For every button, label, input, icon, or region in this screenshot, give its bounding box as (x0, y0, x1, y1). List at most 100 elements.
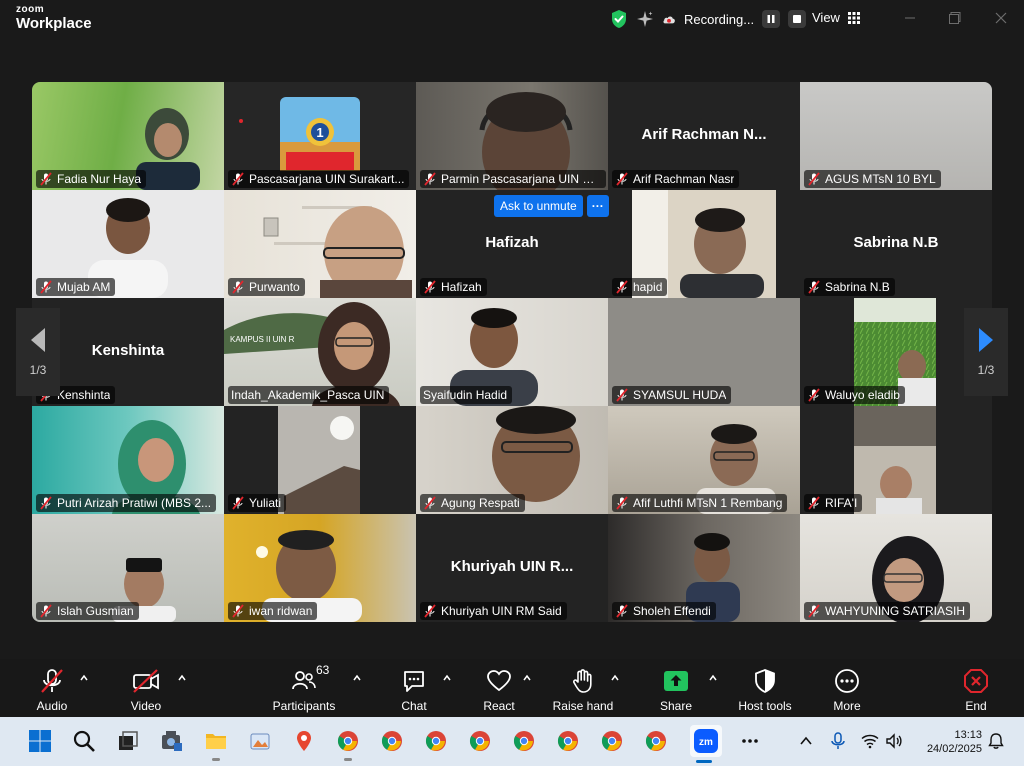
taskbar-app-file-explorer[interactable] (202, 727, 230, 761)
view-menu-button[interactable]: View (812, 10, 860, 25)
video-tile[interactable]: Arif Rachman N... Arif Rachman Nasr (608, 82, 800, 190)
taskbar-app-maps[interactable] (290, 727, 318, 755)
task-view-button[interactable] (114, 727, 142, 755)
ask-to-unmute-button[interactable]: Ask to unmute (494, 195, 583, 217)
video-gallery: Fadia Nur Haya 1 Pascasarjana UIN Suraka… (32, 82, 992, 622)
more-button[interactable]: More (828, 665, 866, 713)
video-tile[interactable]: 1 Pascasarjana UIN Surakart... (224, 82, 416, 190)
participant-name-label: Agung Respati (420, 494, 525, 512)
stop-recording-button[interactable] (788, 10, 807, 28)
notifications-button[interactable] (982, 727, 1010, 755)
taskbar-search-button[interactable] (70, 727, 98, 755)
minimize-icon[interactable] (902, 10, 918, 26)
muted-mic-icon (40, 280, 52, 294)
gallery-icon (250, 733, 270, 750)
previous-page-button[interactable]: 1/3 (16, 308, 60, 396)
participant-name-label: Sabrina N.B (804, 278, 895, 296)
video-tile[interactable]: Yuliati (224, 406, 416, 514)
taskbar-app-chrome-4[interactable] (466, 727, 494, 755)
participants-options-caret-icon[interactable] (352, 673, 362, 683)
participants-button[interactable]: 63 Participants (272, 663, 336, 713)
taskbar-app-camera[interactable] (158, 727, 186, 755)
video-tile[interactable]: Putri Arizah Pratiwi (MBS 2... (32, 406, 224, 514)
ai-companion-icon[interactable] (636, 10, 654, 28)
video-tile[interactable]: Kenshinta Kenshinta (32, 298, 224, 406)
video-tile[interactable]: Parmin Pascasarjana UIN R... (416, 82, 608, 190)
participant-name-label: Syaifudin Hadid (420, 386, 513, 404)
system-clock[interactable]: 13:13 24/02/2025 (918, 728, 982, 756)
share-options-caret-icon[interactable] (708, 673, 718, 683)
windows-start-button[interactable] (26, 727, 54, 755)
video-tile[interactable]: AGUS MTsN 10 BYL (800, 82, 992, 190)
video-tile[interactable]: Syaifudin Hadid (416, 298, 608, 406)
muted-mic-icon (808, 496, 820, 510)
video-tile[interactable]: Sabrina N.B Sabrina N.B (800, 190, 992, 298)
close-icon[interactable] (993, 10, 1009, 26)
next-page-button[interactable]: 1/3 (964, 308, 1008, 396)
video-tile[interactable]: Islah Gusmian (32, 514, 224, 622)
video-tile[interactable]: Khuriyah UIN R... Khuriyah UIN RM Said (416, 514, 608, 622)
taskbar-app-chrome-2[interactable] (378, 727, 406, 755)
taskbar-app-chrome-1[interactable] (334, 727, 362, 761)
recording-label: Recording... (684, 11, 755, 27)
microphone-icon (831, 732, 845, 749)
video-tile[interactable]: Agung Respati (416, 406, 608, 514)
taskbar-app-chrome-6[interactable] (554, 727, 582, 755)
video-tile[interactable]: RIFA'I (800, 406, 992, 514)
muted-mic-icon (616, 388, 628, 402)
page-indicator-left: 1/3 (29, 363, 47, 377)
raise-hand-options-caret-icon[interactable] (610, 673, 620, 683)
participant-name-label: SYAMSUL HUDA (612, 386, 732, 404)
react-button[interactable]: React (480, 665, 518, 713)
audio-options-caret-icon[interactable] (79, 673, 89, 683)
more-ellipsis-icon (835, 669, 859, 693)
speaker-icon (886, 733, 902, 749)
tile-more-options-button[interactable]: ··· (586, 195, 609, 217)
participant-center-name: Hafizah (485, 234, 539, 251)
video-tile[interactable]: SYAMSUL HUDA (608, 298, 800, 406)
taskbar-app-chrome-5[interactable] (510, 727, 538, 755)
participants-icon (292, 671, 316, 690)
share-button[interactable]: Share (658, 665, 694, 713)
video-button[interactable]: Video (126, 665, 166, 713)
video-tile[interactable]: hapid (608, 190, 800, 298)
show-hidden-icons-button[interactable] (792, 727, 820, 755)
video-tile[interactable]: Sholeh Effendi (608, 514, 800, 622)
heart-icon (487, 670, 511, 692)
video-tile[interactable]: Fadia Nur Haya (32, 82, 224, 190)
video-tile[interactable]: Purwanto (224, 190, 416, 298)
video-options-caret-icon[interactable] (177, 673, 187, 683)
audio-button[interactable]: Audio (32, 665, 72, 713)
end-meeting-button[interactable]: End (958, 665, 994, 713)
microphone-tray-button[interactable] (824, 727, 852, 755)
host-tools-button[interactable]: Host tools (736, 665, 794, 713)
participant-name-label: Indah_Akademik_Pasca UIN (228, 386, 390, 404)
video-tile[interactable]: Mujab AM (32, 190, 224, 298)
video-tile[interactable]: WAHYUNING SATRIASIH (800, 514, 992, 622)
taskbar-app-zoom[interactable]: zm (690, 725, 722, 763)
taskbar-app-chrome-8[interactable] (642, 727, 670, 755)
video-tile-active-speaker[interactable]: KAMPUS II UIN R Indah_Akademik_Pasca UIN (224, 298, 416, 406)
chrome-icon (601, 731, 622, 751)
raise-hand-button[interactable]: Raise hand (552, 665, 614, 713)
chrome-icon (513, 731, 534, 751)
video-tile[interactable]: iwan ridwan (224, 514, 416, 622)
taskbar-overflow-button[interactable] (736, 727, 764, 755)
volume-tray-button[interactable] (880, 727, 908, 755)
pause-recording-button[interactable] (762, 10, 781, 28)
brand-bottom: Workplace (16, 15, 92, 32)
bell-icon (988, 733, 1004, 749)
cloud-recording-icon (663, 16, 675, 24)
taskbar-app-gallery[interactable] (246, 727, 274, 755)
encryption-shield-icon[interactable] (610, 9, 628, 29)
muted-mic-icon (424, 172, 436, 186)
react-options-caret-icon[interactable] (522, 673, 532, 683)
shield-icon (755, 669, 775, 694)
chat-button[interactable]: Chat (396, 665, 432, 713)
chat-options-caret-icon[interactable] (442, 673, 452, 683)
participant-name-label: iwan ridwan (228, 602, 318, 620)
video-tile[interactable]: Afif Luthfi MTsN 1 Rembang (608, 406, 800, 514)
maximize-icon[interactable] (947, 10, 963, 26)
taskbar-app-chrome-7[interactable] (598, 727, 626, 755)
taskbar-app-chrome-3[interactable] (422, 727, 450, 755)
